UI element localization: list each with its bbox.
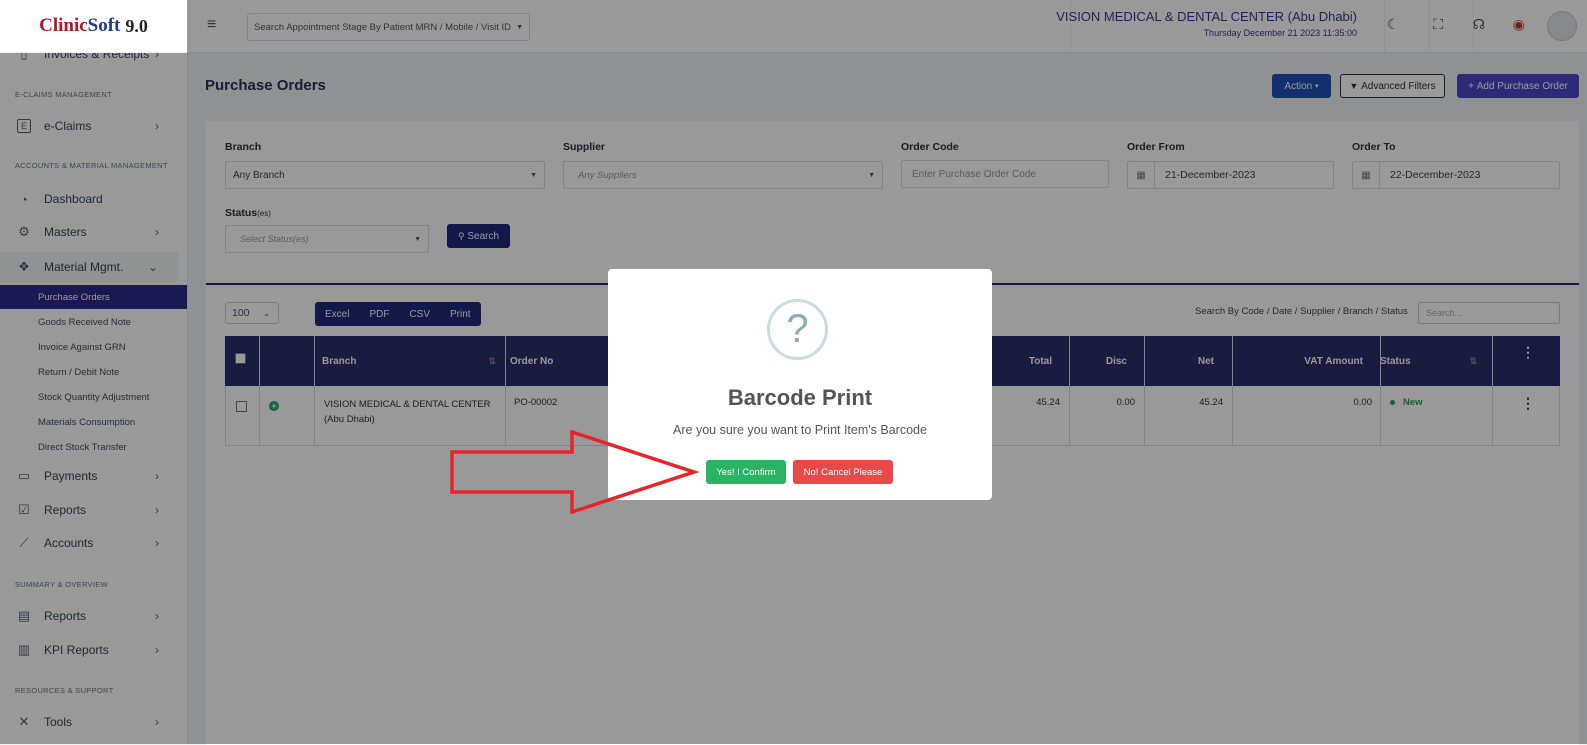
logo-soft: Soft xyxy=(87,15,121,36)
cancel-button[interactable]: No! Cancel Please xyxy=(793,460,893,484)
app-root: Clinic Soft 9.0 ▯ Invoices & Receipts › E-… xyxy=(0,0,1587,745)
logo-version: 9.0 xyxy=(125,15,148,36)
logo-clinic: Clinic xyxy=(39,15,88,36)
question-icon: ? xyxy=(767,299,828,360)
annotation-arrow-icon xyxy=(450,430,700,514)
confirm-button[interactable]: Yes! I Confirm xyxy=(706,460,786,484)
logo[interactable]: Clinic Soft 9.0 xyxy=(0,0,187,53)
annotation-arrow-shape xyxy=(450,430,700,514)
dialog-title: Barcode Print xyxy=(727,385,873,410)
